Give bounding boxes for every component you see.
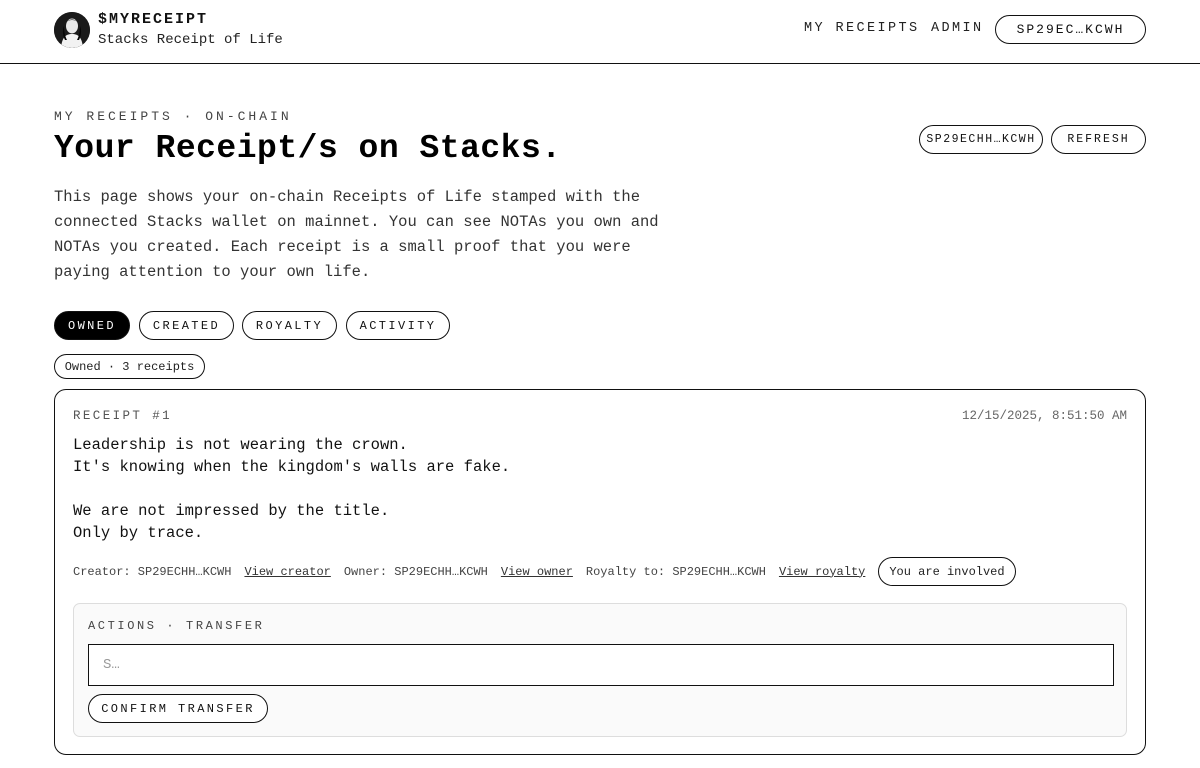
receipt-count-badge: Owned · 3 receipts bbox=[54, 354, 205, 379]
profile-portrait-icon bbox=[54, 12, 90, 48]
tab-activity[interactable]: ACTIVITY bbox=[346, 311, 450, 340]
receipt-timestamp: 12/15/2025, 8:51:50 AM bbox=[961, 409, 1127, 423]
avatar[interactable] bbox=[54, 12, 90, 48]
receipt-meta: Creator: SP29ECHH…KCWH View creator Owne… bbox=[73, 557, 1016, 586]
refresh-button[interactable]: REFRESH bbox=[1051, 125, 1146, 154]
address-pill[interactable]: SP29ECHH…KCWH bbox=[919, 125, 1043, 154]
tab-owned[interactable]: OWNED bbox=[54, 311, 130, 340]
nav-my-receipts[interactable]: MY RECEIPTS bbox=[804, 21, 920, 36]
transfer-recipient-input[interactable] bbox=[88, 644, 1114, 686]
receipt-card: RECEIPT #1 12/15/2025, 8:51:50 AM Leader… bbox=[54, 389, 1146, 755]
brand-tagline: Stacks Receipt of Life bbox=[98, 32, 283, 48]
nav-admin[interactable]: ADMIN bbox=[931, 21, 984, 36]
brand-name[interactable]: $MYRECEIPT bbox=[98, 11, 208, 28]
view-creator-link[interactable]: View creator bbox=[244, 565, 330, 579]
tab-created[interactable]: CREATED bbox=[139, 311, 234, 340]
tab-royalty[interactable]: ROYALTY bbox=[242, 311, 337, 340]
confirm-transfer-button[interactable]: CONFIRM TRANSFER bbox=[88, 694, 268, 723]
view-owner-link[interactable]: View owner bbox=[501, 565, 573, 579]
owner-address: Owner: SP29ECHH…KCWH bbox=[343, 564, 488, 579]
receipt-line: Only by trace. bbox=[73, 524, 204, 542]
page-description: This page shows your on-chain Receipts o… bbox=[54, 188, 659, 281]
receipt-line: Leadership is not wearing the crown. bbox=[73, 436, 408, 454]
wallet-button[interactable]: SP29EC…KCWH bbox=[995, 15, 1146, 44]
receipt-line: We are not impressed by the title. bbox=[73, 502, 390, 520]
page-title: Your Receipt/s on Stacks. bbox=[54, 130, 562, 167]
page-kicker: MY RECEIPTS · ON-CHAIN bbox=[54, 109, 292, 124]
receipt-line bbox=[73, 478, 510, 500]
receipt-line: It's knowing when the kingdom's walls ar… bbox=[73, 458, 511, 476]
actions-label: ACTIONS · TRANSFER bbox=[88, 619, 265, 633]
view-royalty-link[interactable]: View royalty bbox=[779, 565, 865, 579]
creator-address: Creator: SP29ECHH…KCWH bbox=[73, 564, 232, 579]
transfer-panel: ACTIONS · TRANSFER CONFIRM TRANSFER bbox=[73, 603, 1127, 737]
top-bar: $MYRECEIPT Stacks Receipt of Life MY REC… bbox=[0, 0, 1200, 64]
involved-badge: You are involved bbox=[878, 557, 1016, 586]
receipt-text: Leadership is not wearing the crown. It'… bbox=[73, 434, 510, 544]
royalty-address: Royalty to: SP29ECHH…KCWH bbox=[585, 564, 766, 579]
receipt-number: RECEIPT #1 bbox=[73, 409, 173, 423]
